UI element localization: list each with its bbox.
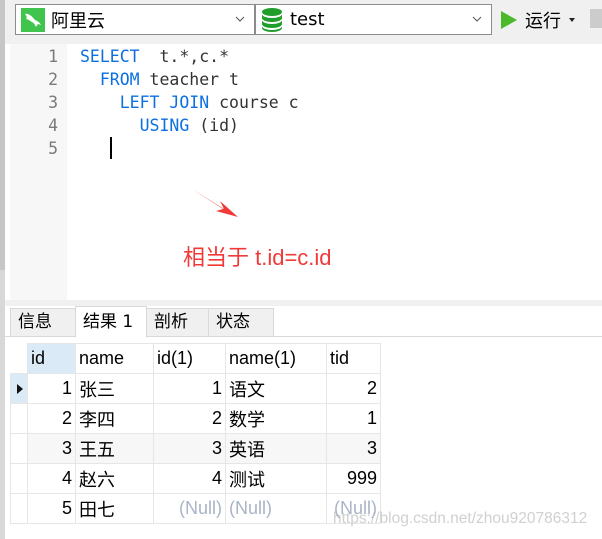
table-cell[interactable]: 数学 bbox=[225, 403, 327, 434]
table-cell[interactable]: 999 bbox=[326, 463, 381, 494]
code-line[interactable]: 3 LEFT JOIN course c bbox=[5, 91, 602, 114]
table-cell[interactable]: 语文 bbox=[225, 373, 327, 404]
row-indicator[interactable] bbox=[10, 433, 28, 464]
sql-editor[interactable]: 1 SELECT t.*,c.* 2 FROM teacher t3 LEFT JO… bbox=[5, 44, 602, 300]
table-row[interactable]: 1 张三 1 语文 2 bbox=[10, 373, 381, 404]
run-button[interactable]: 运行 bbox=[501, 6, 575, 34]
sql-keyword: SELECT bbox=[80, 47, 140, 66]
table-cell[interactable]: 赵六 bbox=[75, 463, 154, 494]
row-indicator[interactable] bbox=[10, 373, 28, 404]
dolphin-connection-icon bbox=[21, 7, 45, 32]
code-text: SELECT t.*,c.* bbox=[80, 45, 229, 68]
run-dropdown-icon[interactable] bbox=[569, 18, 575, 22]
line-number: 2 bbox=[48, 70, 58, 89]
table-cell[interactable]: 李四 bbox=[75, 403, 154, 434]
sql-keyword: LEFT JOIN bbox=[119, 93, 210, 112]
database-name: test bbox=[290, 9, 325, 30]
tab-result-1[interactable]: 结果 1 bbox=[75, 306, 147, 338]
code-text: USING (id) bbox=[80, 114, 239, 137]
line-number: 1 bbox=[48, 47, 58, 66]
connection-select[interactable]: 阿里云 bbox=[15, 4, 255, 35]
table-cell[interactable]: 3 bbox=[27, 433, 76, 464]
code-line[interactable]: 5 bbox=[5, 137, 602, 160]
row-indicator-header bbox=[10, 343, 28, 374]
chevron-down-icon[interactable] bbox=[234, 13, 246, 25]
table-row[interactable]: 3 王五 3 英语 3 bbox=[10, 433, 381, 464]
tab-info[interactable]: 信息 bbox=[10, 308, 76, 337]
stop-button[interactable] bbox=[590, 9, 602, 28]
table-cell[interactable]: 田七 bbox=[75, 493, 154, 524]
connection-name: 阿里云 bbox=[51, 10, 105, 32]
results-grid: id name id(1) name(1) tid 1 张三 1 语文 2 2 李四 2 数学 1 3 王五 3… bbox=[10, 343, 381, 524]
row-indicator[interactable] bbox=[10, 463, 28, 494]
line-number: 3 bbox=[48, 93, 58, 112]
table-cell[interactable]: 4 bbox=[27, 463, 76, 494]
line-number: 4 bbox=[48, 116, 58, 135]
text-caret bbox=[110, 137, 112, 159]
sql-text: (id) bbox=[189, 116, 239, 135]
tab-profile[interactable]: 剖析 bbox=[146, 308, 209, 337]
column-header[interactable]: id bbox=[27, 343, 76, 374]
code-line[interactable]: 1 SELECT t.*,c.* bbox=[5, 45, 602, 68]
sql-keyword: USING bbox=[139, 116, 190, 135]
code-text: FROM teacher t bbox=[80, 68, 239, 91]
column-header[interactable]: tid bbox=[326, 343, 381, 374]
table-cell[interactable]: (Null) bbox=[225, 493, 327, 524]
line-number: 5 bbox=[48, 139, 58, 158]
table-cell[interactable]: 王五 bbox=[75, 433, 154, 464]
code-line[interactable]: 2 FROM teacher t bbox=[5, 68, 602, 91]
row-indicator[interactable] bbox=[10, 403, 28, 434]
table-cell[interactable]: 2 bbox=[326, 373, 381, 404]
run-label: 运行 bbox=[525, 11, 561, 32]
table-cell[interactable]: 测试 bbox=[225, 463, 327, 494]
tab-status[interactable]: 状态 bbox=[208, 308, 274, 337]
database-select[interactable]: test bbox=[255, 4, 492, 35]
table-cell[interactable]: 2 bbox=[27, 403, 76, 434]
current-row-pointer-icon bbox=[17, 384, 23, 394]
sql-text: teacher t bbox=[139, 70, 239, 89]
table-cell[interactable]: 1 bbox=[27, 373, 76, 404]
annotation-arrow-icon bbox=[192, 189, 238, 217]
table-row[interactable]: 2 李四 2 数学 1 bbox=[10, 403, 381, 434]
table-cell[interactable]: 5 bbox=[27, 493, 76, 524]
table-row[interactable]: 4 赵六 4 测试 999 bbox=[10, 463, 381, 494]
table-cell[interactable]: 2 bbox=[153, 403, 226, 434]
row-indicator[interactable] bbox=[10, 493, 28, 524]
code-text: LEFT JOIN course c bbox=[80, 91, 299, 114]
watermark: https://blog.csdn.net/zhou920786312 bbox=[333, 510, 588, 527]
database-icon bbox=[262, 7, 282, 32]
table-cell[interactable]: 3 bbox=[326, 433, 381, 464]
table-cell[interactable]: 1 bbox=[153, 373, 226, 404]
play-icon bbox=[501, 11, 517, 29]
table-cell[interactable]: 英语 bbox=[225, 433, 327, 464]
table-cell[interactable]: 3 bbox=[153, 433, 226, 464]
sql-text: course c bbox=[209, 93, 299, 112]
chevron-down-icon[interactable] bbox=[471, 13, 483, 25]
table-cell[interactable]: 张三 bbox=[75, 373, 154, 404]
table-cell[interactable]: 1 bbox=[326, 403, 381, 434]
column-header[interactable]: id(1) bbox=[153, 343, 226, 374]
table-row[interactable]: 5 田七 (Null) (Null) (Null) bbox=[10, 493, 381, 524]
code-line[interactable]: 4 USING (id) bbox=[5, 114, 602, 137]
column-header[interactable]: name bbox=[75, 343, 154, 374]
result-tabs: 信息 结果 1 剖析 状态 bbox=[5, 306, 602, 338]
table-cell[interactable]: (Null) bbox=[153, 493, 226, 524]
column-header[interactable]: name(1) bbox=[225, 343, 327, 374]
annotation-text: 相当于 t.id=c.id bbox=[183, 245, 332, 270]
table-cell[interactable]: 4 bbox=[153, 463, 226, 494]
sql-text: t.*,c.* bbox=[139, 47, 230, 66]
sql-keyword: FROM bbox=[99, 70, 140, 89]
query-toolbar: 阿里云 test 运行 bbox=[5, 0, 602, 44]
